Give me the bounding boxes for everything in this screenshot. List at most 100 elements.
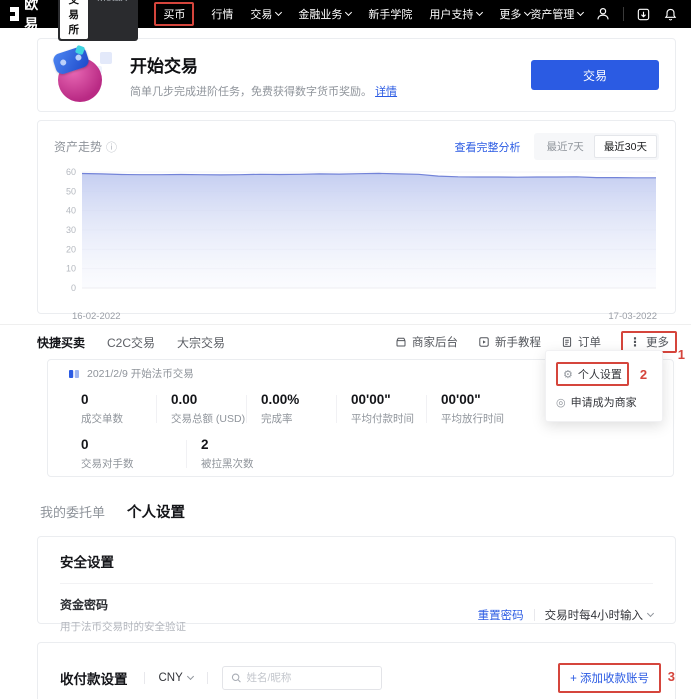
- svg-text:10: 10: [66, 264, 76, 274]
- range-toggle: 最近7天 最近30天: [534, 133, 659, 160]
- stat-completed-orders: 0 成交单数: [81, 392, 171, 426]
- currency-select[interactable]: CNY: [159, 672, 193, 684]
- fund-password-info: 资金密码 用于法币交易时的安全验证: [60, 596, 186, 634]
- reset-password-link[interactable]: 重置密码: [478, 607, 524, 623]
- trade-button[interactable]: 交易: [531, 60, 659, 90]
- nav-item-trade[interactable]: 交易: [250, 6, 281, 22]
- chevron-down-icon: [577, 9, 584, 16]
- fund-password-desc: 用于法币交易时的安全验证: [60, 619, 186, 634]
- nav-menu: 买币 行情 交易 金融业务 新手学院 用户支持 更多: [154, 2, 530, 26]
- stat-counterparties: 0 交易对手数: [81, 437, 201, 471]
- divider: [534, 609, 535, 621]
- search-input[interactable]: [246, 672, 372, 684]
- nav-item-academy[interactable]: 新手学院: [368, 6, 412, 22]
- range-30d-button[interactable]: 最近30天: [594, 135, 657, 158]
- start-trade-illustration: [52, 46, 114, 104]
- divider: [207, 672, 208, 684]
- exchange-metax-toggle: 交易所 MetaX: [58, 0, 139, 41]
- asset-card-header: 资产走势 ⓘ 查看完整分析 最近7天 最近30天: [54, 133, 659, 160]
- full-analysis-link[interactable]: 查看完整分析: [454, 139, 520, 155]
- stat-completion-rate: 0.00% 完成率: [261, 392, 351, 426]
- svg-text:60: 60: [66, 167, 76, 177]
- menu-item-become-merchant[interactable]: ◎ 申请成为商家: [554, 390, 654, 414]
- chevron-down-icon: [275, 9, 282, 16]
- asset-trend-card: 资产走势 ⓘ 查看完整分析 最近7天 最近30天 6050403020100 1…: [37, 120, 676, 314]
- toggle-exchange[interactable]: 交易所: [60, 0, 89, 39]
- search-box: [222, 666, 382, 690]
- more-dots-icon: ⋮: [629, 335, 641, 349]
- chevron-down-icon: [187, 673, 194, 680]
- top-navbar: 欧易 交易所 MetaX 买币 行情 交易 金融业务 新手学院 用户支持 更多 …: [0, 0, 691, 28]
- add-payment-account-button[interactable]: + 添加收款账号: [570, 673, 649, 685]
- divider: [144, 672, 145, 684]
- area-chart: 6050403020100: [54, 162, 659, 314]
- tab-personal-settings[interactable]: 个人设置: [127, 501, 185, 522]
- stat-avg-release-time: 00'00" 平均放行时间: [441, 392, 531, 426]
- start-info: 开始交易 简单几步完成进阶任务，免费获得数字货币奖励。 详情: [130, 52, 397, 99]
- stats-row-2: 0 交易对手数 2 被拉黑次数: [68, 437, 673, 471]
- okx-logo[interactable]: 欧易: [10, 0, 44, 34]
- annotation-box-add-account: + 添加收款账号: [558, 663, 661, 693]
- start-trading-card: 开始交易 简单几步完成进阶任务，免费获得数字货币奖励。 详情 交易: [37, 38, 676, 112]
- asset-trend-chart: 6050403020100 16-02-2022 17-03-2022: [54, 162, 659, 322]
- svg-text:30: 30: [66, 225, 76, 235]
- merchant-icon: [395, 336, 407, 348]
- annotation-number-1: 1: [678, 347, 685, 362]
- details-link[interactable]: 详情: [375, 86, 397, 98]
- svg-text:20: 20: [66, 244, 76, 254]
- user-icon[interactable]: [595, 6, 611, 22]
- nav-item-buy-crypto[interactable]: 买币: [163, 6, 185, 22]
- more-dropdown-menu: ⚙ 个人设置 2 ◎ 申请成为商家: [545, 350, 663, 422]
- more-button[interactable]: ⋮ 更多: [629, 334, 669, 350]
- orders-button[interactable]: 订单: [561, 334, 601, 350]
- stat-blocked-times: 2 被拉黑次数: [201, 437, 321, 471]
- section-tabs: 我的委托单 个人设置: [40, 501, 691, 522]
- merchant-console-button[interactable]: 商家后台: [395, 334, 458, 350]
- search-icon: [231, 672, 242, 684]
- payment-settings-card: 收付款设置 CNY + 添加收款账号 3: [37, 642, 676, 699]
- history-badge-icon: [68, 368, 80, 380]
- range-7d-button[interactable]: 最近7天: [536, 135, 593, 158]
- toggle-metax[interactable]: MetaX: [88, 0, 136, 39]
- tab-block-trade[interactable]: 大宗交易: [177, 334, 225, 351]
- page-title: 开始交易: [130, 52, 397, 77]
- nav-item-support[interactable]: 用户支持: [429, 6, 482, 22]
- tutorial-icon: [478, 336, 490, 348]
- info-icon: ⓘ: [106, 139, 117, 155]
- tab-c2c-trade[interactable]: C2C交易: [107, 334, 155, 351]
- password-frequency-select[interactable]: 交易时每4小时输入: [545, 607, 653, 623]
- annotation-box-buy: 买币: [154, 2, 194, 26]
- order-document-icon: [561, 336, 573, 348]
- tab-my-orders[interactable]: 我的委托单: [40, 502, 105, 521]
- fund-password-title: 资金密码: [60, 596, 186, 613]
- security-settings-card: 安全设置 资金密码 用于法币交易时的安全验证 重置密码 交易时每4小时输入: [37, 536, 676, 624]
- nav-item-markets[interactable]: 行情: [211, 6, 233, 22]
- tab-quick-buy-sell[interactable]: 快捷买卖: [37, 334, 85, 351]
- download-app-icon[interactable]: [636, 7, 651, 22]
- merchant-badge-icon: ◎: [556, 396, 566, 409]
- nav-item-assets[interactable]: 资产管理: [530, 6, 583, 22]
- stat-avg-pay-time: 00'00" 平均付款时间: [351, 392, 441, 426]
- chevron-down-icon: [647, 610, 654, 617]
- nav-divider: [623, 7, 624, 21]
- x-label-start: 16-02-2022: [72, 311, 121, 322]
- chevron-down-icon: [345, 9, 352, 16]
- nav-right: 资产管理: [530, 6, 691, 22]
- security-settings-title: 安全设置: [60, 551, 653, 571]
- beginner-tutorial-button[interactable]: 新手教程: [478, 334, 541, 350]
- brand-name: 欧易: [24, 0, 43, 34]
- add-account-wrap: + 添加收款账号: [558, 663, 661, 693]
- notifications-bell-icon[interactable]: [663, 7, 678, 22]
- asset-trend-title: 资产走势 ⓘ: [54, 138, 117, 155]
- asset-card-controls: 查看完整分析 最近7天 最近30天: [454, 133, 659, 160]
- nav-item-more[interactable]: 更多: [499, 6, 530, 22]
- nav-item-finance[interactable]: 金融业务: [298, 6, 351, 22]
- okx-logo-icon: [10, 7, 19, 21]
- svg-text:0: 0: [71, 283, 76, 293]
- x-label-end: 17-03-2022: [608, 311, 657, 322]
- fund-password-controls: 重置密码 交易时每4小时输入: [478, 607, 653, 623]
- menu-item-personal-settings[interactable]: ⚙ 个人设置 2: [554, 358, 654, 390]
- annotation-box-personal-settings: ⚙ 个人设置: [556, 362, 629, 386]
- svg-text:40: 40: [66, 206, 76, 216]
- start-subtitle: 简单几步完成进阶任务，免费获得数字货币奖励。 详情: [130, 83, 397, 99]
